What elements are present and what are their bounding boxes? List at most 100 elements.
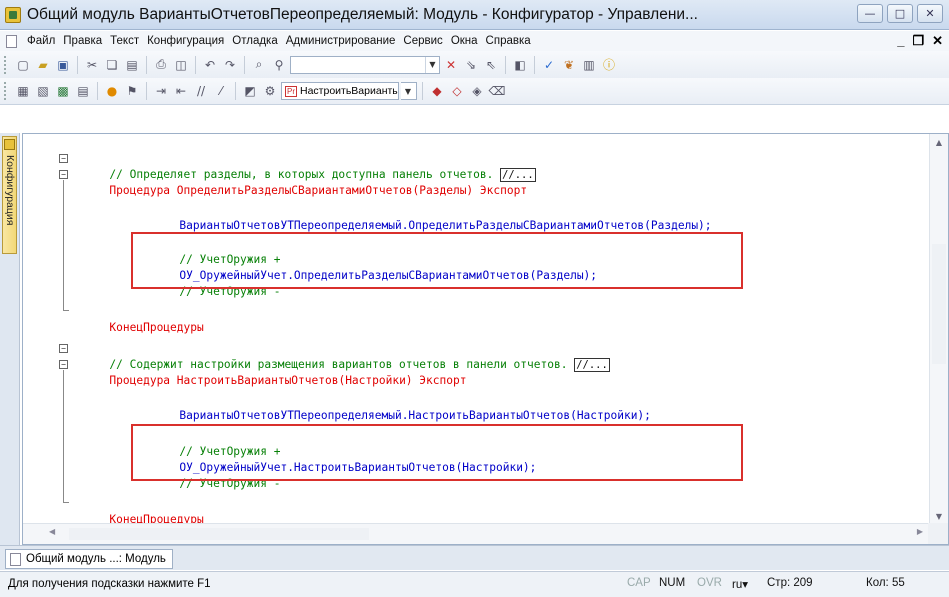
scroll-thumb[interactable] — [932, 244, 946, 364]
table-icon[interactable]: ▤ — [74, 82, 92, 100]
fold-toggle[interactable]: − — [59, 360, 68, 369]
end-procedure-keyword: КонецПроцедуры — [109, 321, 204, 334]
procedure-list-icon[interactable]: ⚙ — [261, 82, 279, 100]
fold-toggle[interactable]: − — [59, 170, 68, 179]
child-minimize-button[interactable]: _ — [897, 33, 904, 49]
scroll-up-icon[interactable]: ▲ — [930, 134, 948, 150]
configuration-icon — [4, 139, 15, 150]
info-icon[interactable]: ⓘ — [600, 56, 618, 74]
scroll-right-icon[interactable]: ▶ — [917, 527, 923, 536]
chevron-down-icon[interactable]: ▼ — [425, 56, 439, 73]
module-toolbar: ▦ ▧ ▩ ▤ ● ⚑ ⇥ ⇤ // ⁄ ◩ ⚙ Pr НастроитьВар… — [0, 78, 949, 105]
child-close-button[interactable]: ✕ — [932, 33, 943, 49]
code-line: // Определяет разделы, в которых доступн… — [69, 151, 536, 182]
search-combo[interactable]: ▼ — [290, 55, 440, 74]
export-keyword: Экспорт — [419, 374, 467, 387]
redo-icon[interactable]: ↷ — [221, 56, 239, 74]
help-topic-icon[interactable]: ❦ — [560, 56, 578, 74]
fold-line — [63, 180, 64, 310]
window-icon[interactable]: ◧ — [511, 56, 529, 74]
menu-service[interactable]: Сервис — [399, 35, 446, 47]
highlight-box — [131, 424, 743, 481]
code-line: Процедура ОпределитьРазделыСВариантамиОт… — [69, 167, 527, 197]
syntax-check-icon[interactable]: ✓ — [540, 56, 558, 74]
child-restore-button[interactable]: ❐ — [912, 33, 924, 49]
paste-icon[interactable]: ▤ — [123, 56, 141, 74]
menu-configuration[interactable]: Конфигурация — [143, 35, 228, 47]
find-icon[interactable]: ⌕ — [250, 56, 268, 74]
find-next-icon[interactable]: ⇘ — [462, 56, 480, 74]
overwrite-indicator: OVR — [697, 577, 722, 589]
minimize-button[interactable]: — — [857, 4, 883, 23]
menu-help[interactable]: Справка — [482, 35, 535, 47]
menu-administration[interactable]: Администрирование — [282, 35, 400, 47]
comment-icon[interactable]: // — [192, 82, 210, 100]
vertical-scrollbar[interactable]: ▲ ▼ — [929, 134, 948, 524]
procedure-name: ОпределитьРазделыСВариантамиОтчетов — [176, 184, 413, 197]
code-area[interactable]: − − − − // Определяет разделы, в которых… — [45, 134, 929, 524]
scroll-corner — [928, 523, 948, 544]
procedure-dropdown[interactable]: ▼ — [401, 82, 417, 100]
maximize-button[interactable]: □ — [887, 4, 913, 23]
debug-icon[interactable]: ⚑ — [123, 82, 141, 100]
menu-edit[interactable]: Правка — [59, 35, 106, 47]
menu-file[interactable]: Файл — [23, 35, 59, 47]
language-selector[interactable]: ru▾ — [732, 577, 748, 591]
code-editor[interactable]: − − − − // Определяет разделы, в которых… — [22, 133, 949, 545]
configuration-tab[interactable]: Конфигурация — [2, 136, 17, 254]
scroll-thumb[interactable] — [69, 528, 369, 540]
close-button[interactable]: ✕ — [917, 4, 943, 23]
procedure-value: НастроитьВариантыОтч — [300, 85, 399, 97]
uncomment-icon[interactable]: ⁄ — [212, 82, 230, 100]
outdent-icon[interactable]: ⇤ — [172, 82, 190, 100]
chevron-down-icon[interactable]: ▼ — [401, 83, 415, 99]
toolbar-separator — [77, 55, 78, 74]
menu-debug[interactable]: Отладка — [228, 35, 281, 47]
metadata-icon[interactable]: ▦ — [14, 82, 32, 100]
bookmark-clear-icon[interactable]: ⌫ — [488, 82, 506, 100]
scroll-left-icon[interactable]: ◀ — [49, 527, 55, 536]
module-icon[interactable]: ▧ — [34, 82, 52, 100]
indent-icon[interactable]: ⇥ — [152, 82, 170, 100]
bookmark-icon[interactable]: ◆ — [428, 82, 446, 100]
procedure-keyword: Процедура — [109, 374, 171, 387]
caps-indicator: CAP — [627, 577, 651, 589]
cut-icon[interactable]: ✂ — [83, 56, 101, 74]
menu-text[interactable]: Текст — [106, 35, 143, 47]
toolbar-grip[interactable] — [4, 82, 8, 100]
print-icon[interactable]: ⎙ — [152, 56, 170, 74]
save-icon[interactable]: ▣ — [54, 56, 72, 74]
properties-icon[interactable]: ▩ — [54, 82, 72, 100]
code-line: КонецПроцедуры — [69, 496, 203, 524]
code-line: ВариантыОтчетовУТПереопределяемый.Настро… — [139, 392, 650, 422]
procedure-selector[interactable]: Pr НастроитьВариантыОтч — [281, 82, 399, 100]
fold-toggle[interactable]: − — [59, 344, 68, 353]
print-preview-icon[interactable]: ◫ — [172, 56, 190, 74]
search-icon[interactable]: ⚲ — [270, 56, 288, 74]
bookmark-next-icon[interactable]: ◇ — [448, 82, 466, 100]
tab-module[interactable]: Общий модуль ...: Модуль — [5, 549, 173, 569]
run-icon[interactable]: ● — [103, 82, 121, 100]
find-prev-icon[interactable]: ⇖ — [482, 56, 500, 74]
toolbar-grip[interactable] — [4, 55, 8, 74]
procedure-params: (Настройки) — [338, 374, 413, 387]
collapsed-comment[interactable]: //... — [574, 358, 610, 372]
fold-toggle[interactable]: − — [59, 154, 68, 163]
menu-windows[interactable]: Окна — [447, 35, 482, 47]
book-icon[interactable]: ▥ — [580, 56, 598, 74]
undo-icon[interactable]: ↶ — [201, 56, 219, 74]
copy-icon[interactable]: ❏ — [103, 56, 121, 74]
bookmark-prev-icon[interactable]: ◈ — [468, 82, 486, 100]
new-file-icon[interactable]: ▢ — [14, 56, 32, 74]
procedure-name: НастроитьВариантыОтчетов — [176, 374, 339, 387]
column-indicator: Кол: 55 — [866, 577, 905, 589]
format-icon[interactable]: ◩ — [241, 82, 259, 100]
scroll-down-icon[interactable]: ▼ — [930, 508, 948, 524]
clear-search-icon[interactable]: ✕ — [442, 56, 460, 74]
toolbar-separator — [422, 82, 423, 100]
code-line: КонецПроцедуры — [69, 304, 203, 334]
menu-bar: Файл Правка Текст Конфигурация Отладка А… — [0, 31, 949, 51]
open-folder-icon[interactable]: ▰ — [34, 56, 52, 74]
child-window-controls: _ ❐ ✕ — [897, 33, 943, 49]
horizontal-scrollbar[interactable]: ◀ ▶ — [23, 523, 929, 544]
